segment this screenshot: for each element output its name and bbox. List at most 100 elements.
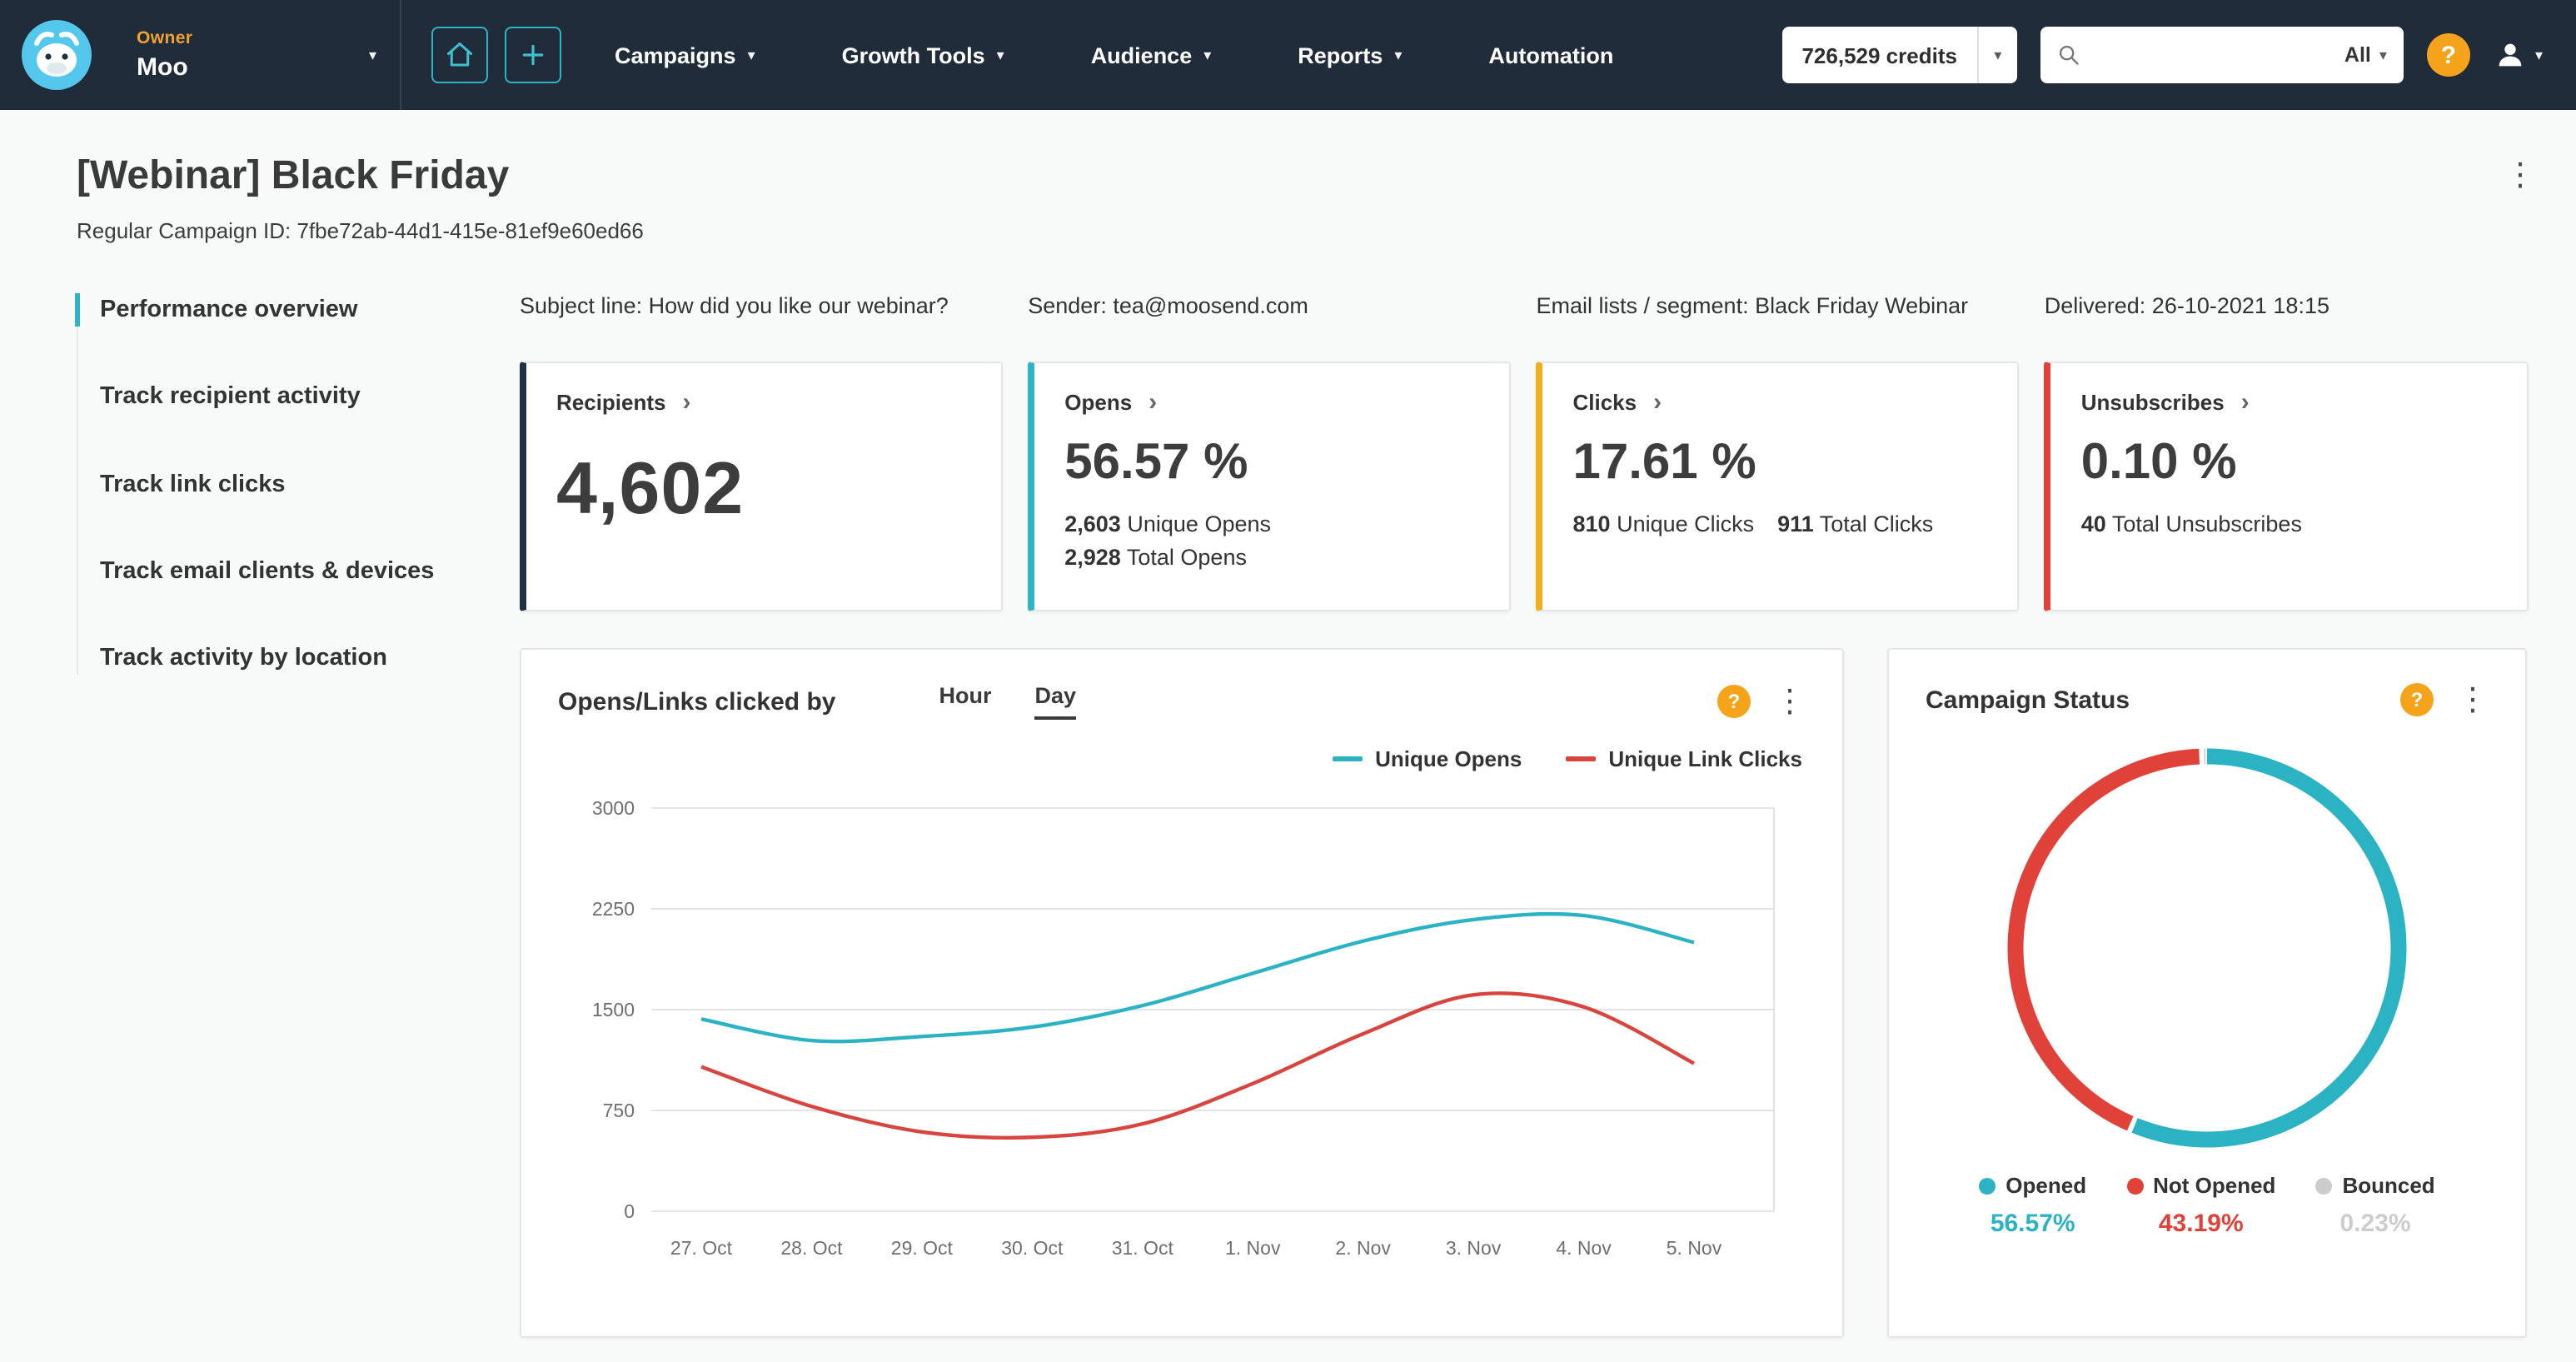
legend-unique-link-clicks[interactable]: Unique Link Clicks: [1565, 746, 1802, 771]
line-swatch: [1565, 756, 1596, 761]
line-chart-legend: Unique Opens Unique Link Clicks: [558, 746, 1802, 771]
stat-label: Unsubscribes: [2080, 390, 2225, 415]
donut-chart: [2007, 748, 2407, 1148]
credits-dropdown[interactable]: 726,529 credits ▾: [1781, 27, 2017, 83]
sidebar-item-activity-by-location[interactable]: Track activity by location: [78, 641, 470, 676]
legend-value: 0.23%: [2339, 1210, 2411, 1238]
create-new-button[interactable]: [505, 27, 561, 83]
report-main: Subject line: How did you like our webin…: [520, 293, 2528, 1338]
top-nav: Owner Moo ▾ Campaigns ▾ Growth Tools ▾ A…: [0, 0, 2576, 110]
legend-not-opened[interactable]: Not Opened 43.19%: [2126, 1173, 2275, 1238]
svg-text:2250: 2250: [592, 898, 635, 920]
report-sidebar: Performance overview Track recipient act…: [75, 293, 520, 1338]
nav-item-reports[interactable]: Reports ▾: [1298, 42, 1402, 67]
chevron-right-icon: ›: [682, 388, 691, 417]
stat-label: Recipients: [556, 390, 666, 415]
nav-item-automation[interactable]: Automation: [1488, 42, 1613, 67]
stat-card-opens: Opens › 56.57 % 2,603 Unique Opens 2,928…: [1028, 362, 1512, 611]
legend-bounced[interactable]: Bounced 0.23%: [2315, 1173, 2435, 1238]
stat-value: 56.57 %: [1064, 435, 1248, 490]
kebab-menu-icon[interactable]: ⋮: [2457, 684, 2489, 716]
sidebar-item-label: Performance overview: [100, 297, 358, 323]
stat-card-clicks: Clicks › 17.61 % 810 Unique Clicks 911 To…: [1536, 362, 2020, 611]
page-kebab-menu-icon[interactable]: ⋮: [2504, 160, 2536, 192]
help-icon[interactable]: ?: [1717, 685, 1751, 718]
svg-text:2. Nov: 2. Nov: [1335, 1237, 1391, 1259]
stat-details: 40 Total Unsubscribes: [2080, 511, 2302, 536]
help-icon[interactable]: ?: [2400, 683, 2434, 716]
legend-unique-opens[interactable]: Unique Opens: [1332, 746, 1522, 771]
chevron-down-icon: ▾: [1203, 46, 1212, 62]
stat-card-recipients-link[interactable]: Recipients ›: [556, 390, 971, 415]
nav-item-label: Reports: [1298, 42, 1383, 67]
sidebar-item-email-clients-devices[interactable]: Track email clients & devices: [78, 555, 470, 589]
stat-value: 4,602: [556, 448, 745, 530]
chevron-down-icon: ▾: [996, 46, 1004, 62]
sidebar-item-label: Track email clients & devices: [100, 557, 435, 585]
svg-text:0: 0: [624, 1200, 635, 1222]
stat-label: Clicks: [1572, 390, 1637, 415]
stat-card-opens-link[interactable]: Opens ›: [1064, 390, 1479, 415]
legend-dot: [2126, 1177, 2144, 1194]
legend-label: Not Opened: [2153, 1173, 2276, 1198]
stat-card-unsubscribes: Unsubscribes › 0.10 % 40 Total Unsubscri…: [2044, 362, 2528, 611]
status-legend: Opened 56.57% Not Opened 43.19% Bounced …: [1926, 1173, 2489, 1238]
chevron-down-icon: ▾: [2379, 46, 2387, 62]
chevron-right-icon: ›: [1653, 388, 1662, 417]
sidebar-item-recipient-activity[interactable]: Track recipient activity: [78, 381, 470, 415]
search-icon: [2059, 45, 2079, 65]
stat-details: 810 Unique Clicks 911 Total Clicks: [1572, 511, 1934, 536]
chevron-down-icon: ▾: [368, 46, 376, 62]
chevron-down-icon: ▾: [1976, 27, 2017, 83]
chart-interval-toggle: Hour Day: [939, 683, 1076, 720]
legend-label: Unique Opens: [1375, 746, 1522, 771]
svg-text:5. Nov: 5. Nov: [1667, 1237, 1722, 1259]
stat-card-clicks-link[interactable]: Clicks ›: [1573, 390, 1988, 415]
owner-account-menu[interactable]: Owner Moo ▾: [113, 0, 400, 110]
legend-opened[interactable]: Opened 56.57%: [1979, 1173, 2086, 1238]
svg-text:1. Nov: 1. Nov: [1225, 1237, 1281, 1259]
sidebar-item-label: Track link clicks: [100, 471, 286, 498]
svg-text:1500: 1500: [592, 999, 635, 1020]
help-button[interactable]: ?: [2426, 33, 2470, 77]
page-title: [Webinar] Black Friday: [77, 153, 510, 198]
search-input[interactable]: [2093, 41, 2331, 69]
stat-card-unsubscribes-link[interactable]: Unsubscribes ›: [2081, 390, 2496, 415]
sidebar-item-link-clicks[interactable]: Track link clicks: [78, 467, 470, 501]
chevron-right-icon: ›: [1148, 388, 1158, 417]
nav-item-label: Campaigns: [615, 42, 736, 67]
stat-value: 17.61 %: [1572, 435, 1756, 490]
svg-text:27. Oct: 27. Oct: [670, 1237, 733, 1259]
user-icon: [2499, 43, 2522, 67]
chart-title: Campaign Status: [1926, 686, 2130, 714]
chevron-down-icon: ▾: [1394, 46, 1403, 62]
line-swatch: [1332, 756, 1363, 761]
toggle-hour[interactable]: Hour: [939, 683, 991, 720]
svg-text:31. Oct: 31. Oct: [1112, 1237, 1174, 1259]
sidebar-item-performance-overview[interactable]: Performance overview: [75, 293, 470, 328]
campaign-meta-row: Subject line: How did you like our webin…: [520, 293, 2528, 318]
stat-label: Opens: [1064, 390, 1133, 415]
line-chart: 0 750 1500 2250 3000 27. Oct 28. Oct 29. Oct 30.…: [592, 797, 1775, 1259]
chevron-right-icon: ›: [2240, 388, 2250, 417]
kebab-menu-icon[interactable]: ⋮: [1774, 686, 1806, 717]
home-button[interactable]: [431, 27, 488, 83]
nav-item-audience[interactable]: Audience ▾: [1091, 42, 1212, 67]
svg-text:750: 750: [603, 1100, 635, 1121]
nav-item-growth-tools[interactable]: Growth Tools ▾: [842, 42, 1004, 67]
user-menu[interactable]: ▾: [2494, 38, 2543, 72]
toggle-day[interactable]: Day: [1034, 683, 1076, 720]
opens-links-chart-card: Opens/Links clicked by Hour Day ? ⋮ Uniq…: [520, 648, 1844, 1338]
nav-item-label: Growth Tools: [841, 42, 985, 67]
meta-sender: Sender: tea@moosend.com: [1028, 293, 1308, 318]
sidebar-item-label: Track activity by location: [100, 645, 387, 672]
search-scope-dropdown[interactable]: All ▾: [2344, 43, 2387, 67]
chart-title: Opens/Links clicked by: [558, 687, 836, 716]
stat-card-recipients: Recipients › 4,602: [520, 362, 1004, 611]
moosend-logo[interactable]: [0, 0, 113, 110]
svg-text:29. Oct: 29. Oct: [891, 1237, 954, 1259]
legend-label: Unique Link Clicks: [1608, 746, 1802, 771]
moosend-logo-icon: [22, 20, 92, 90]
nav-item-campaigns[interactable]: Campaigns ▾: [615, 42, 755, 67]
svg-text:3000: 3000: [592, 797, 635, 819]
